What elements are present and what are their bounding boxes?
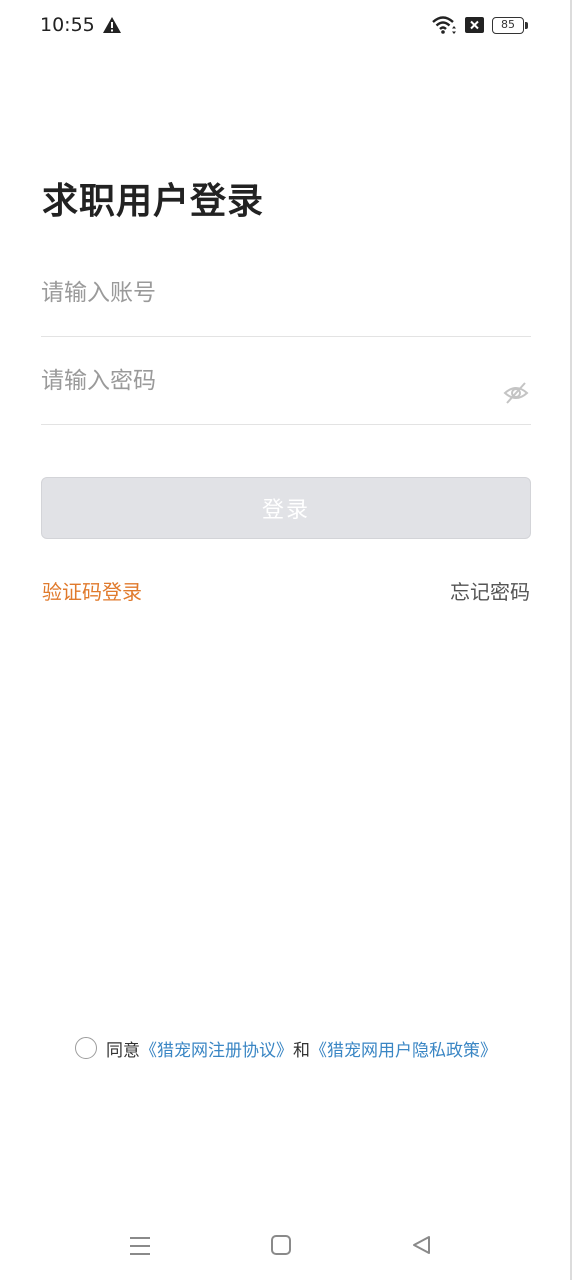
page-title: 求职用户登录 [42,181,265,222]
agree-text: 同意 [106,1040,140,1061]
account-input[interactable] [41,249,481,337]
login-button[interactable]: 登录 [41,477,531,539]
and-text: 和 [293,1040,310,1061]
login-screen: 10:55 85 求职用户登录 请输入账号 登录 验证码登录 忘记密码 同意 《… [0,0,572,1280]
menu-icon[interactable] [128,1235,152,1257]
eye-off-icon[interactable] [503,381,529,405]
privacy-policy-link[interactable]: 《猎宠网用户隐私政策》 [310,1036,497,1061]
status-bar: 10:55 85 [0,0,572,52]
status-time: 10:55 [40,14,95,36]
agree-checkbox[interactable] [75,1037,97,1059]
account-field [41,249,531,337]
warning-icon [103,17,121,33]
agreement-row: 同意 《猎宠网注册协议》 和 《猎宠网用户隐私政策》 [0,1035,572,1061]
battery-cap [525,22,528,29]
password-field [41,337,531,425]
navigation-bar [0,1215,572,1275]
register-agreement-link[interactable]: 《猎宠网注册协议》 [140,1036,293,1061]
back-icon[interactable] [410,1234,432,1256]
sim-icon [465,17,484,33]
battery-icon: 85 [492,17,528,34]
sms-login-link[interactable]: 验证码登录 [42,576,142,605]
forgot-password-link[interactable]: 忘记密码 [450,576,530,605]
battery-level: 85 [492,17,524,34]
password-input[interactable] [41,337,481,425]
wifi-icon [432,16,456,34]
home-icon[interactable] [270,1234,292,1256]
